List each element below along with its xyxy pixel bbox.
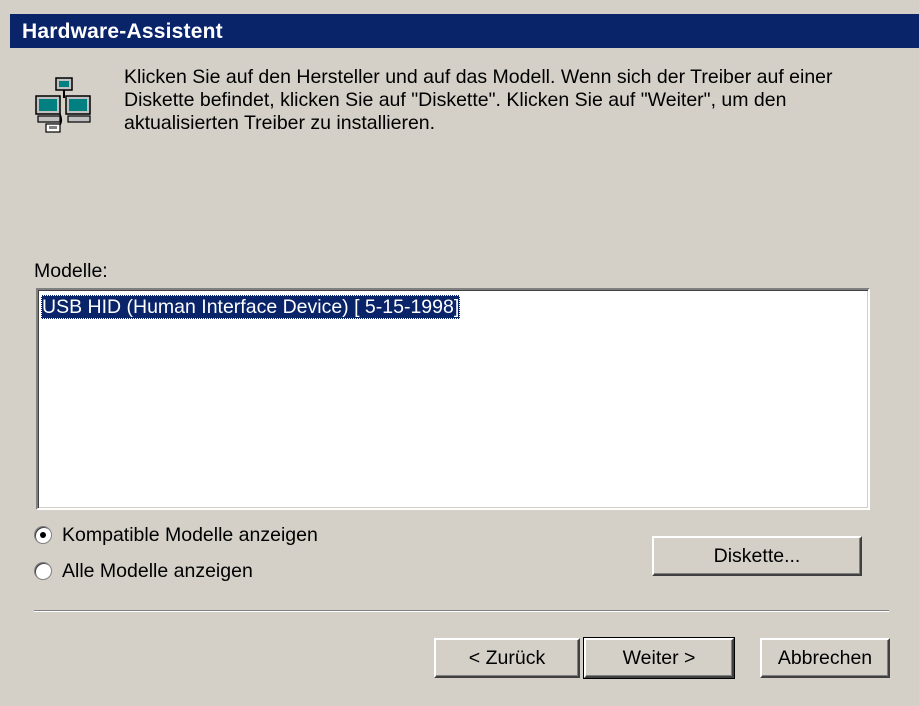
- disk-button[interactable]: Diskette...: [652, 536, 862, 576]
- radio-all-label: Alle Modelle anzeigen: [62, 559, 253, 582]
- models-listbox[interactable]: USB HID (Human Interface Device) [ 5-15-…: [36, 288, 870, 510]
- next-button[interactable]: Weiter >: [583, 637, 735, 679]
- radio-compatible-models[interactable]: Kompatible Modelle anzeigen: [34, 523, 318, 547]
- wizard-dialog: Klicken Sie auf den Hersteller und auf d…: [10, 48, 919, 706]
- radio-all-models[interactable]: Alle Modelle anzeigen: [34, 559, 253, 583]
- hardware-wizard-icon: [35, 77, 91, 133]
- list-item[interactable]: USB HID (Human Interface Device) [ 5-15-…: [41, 295, 461, 319]
- cancel-button[interactable]: Abbrechen: [760, 638, 890, 678]
- title-bar[interactable]: Hardware-Assistent: [10, 14, 919, 48]
- models-label: Modelle:: [34, 260, 108, 282]
- radio-compatible-label: Kompatible Modelle anzeigen: [62, 523, 318, 546]
- instruction-text: Klicken Sie auf den Hersteller und auf d…: [124, 66, 833, 134]
- separator-line: [34, 610, 889, 612]
- back-button[interactable]: < Zurück: [434, 638, 580, 678]
- radio-button-unchecked[interactable]: [34, 562, 52, 580]
- window-title: Hardware-Assistent: [22, 20, 223, 43]
- radio-button-checked[interactable]: [34, 526, 52, 544]
